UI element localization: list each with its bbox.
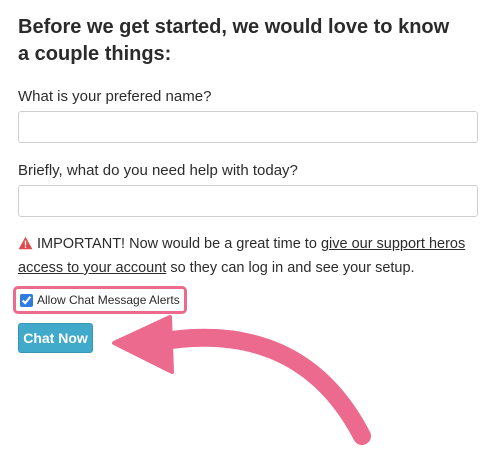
curved-arrow-icon bbox=[112, 315, 371, 445]
